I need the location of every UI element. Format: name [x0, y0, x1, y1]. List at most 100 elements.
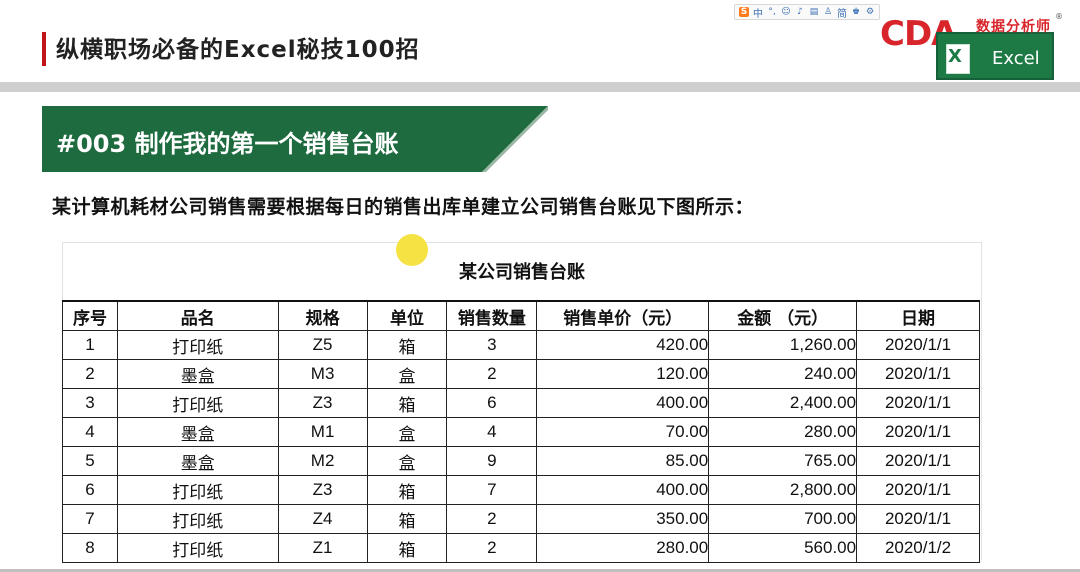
col-header: 销售单价（元）	[536, 300, 710, 331]
cell[interactable]: 700.00	[708, 504, 858, 534]
cell[interactable]: 1	[62, 330, 118, 360]
cell[interactable]: 2020/1/1	[856, 446, 980, 476]
cell[interactable]: 墨盒	[116, 359, 279, 389]
cell[interactable]: 2	[62, 359, 118, 389]
sales-ledger-table: 序号 品名 规格 单位 销售数量 销售单价（元） 金额 （元） 日期 1 打印纸…	[62, 300, 980, 563]
table-row: 8 打印纸 Z1 箱 2 280.00 560.00 2020/1/2	[62, 533, 980, 563]
cell[interactable]: Z3	[277, 475, 368, 505]
table-header-row: 序号 品名 规格 单位 销售数量 销售单价（元） 金额 （元） 日期	[62, 300, 980, 331]
cell[interactable]: 765.00	[708, 446, 858, 476]
cell[interactable]: 打印纸	[116, 504, 279, 534]
cell[interactable]: 5	[62, 446, 118, 476]
user-icon[interactable]: ♙	[823, 7, 833, 17]
cell[interactable]: 盒	[366, 359, 448, 389]
cell[interactable]: Z3	[277, 388, 368, 418]
emoji-icon[interactable]: ☺	[781, 7, 791, 17]
cell[interactable]: 打印纸	[116, 330, 279, 360]
cell[interactable]: 2	[446, 359, 538, 389]
table-row: 7 打印纸 Z4 箱 2 350.00 700.00 2020/1/1	[62, 504, 980, 534]
cell[interactable]: 280.00	[536, 533, 710, 563]
cell[interactable]: 盒	[366, 446, 448, 476]
cell[interactable]: 70.00	[536, 417, 710, 447]
cell[interactable]: 墨盒	[116, 417, 279, 447]
cell[interactable]: 560.00	[708, 533, 858, 563]
cell[interactable]: 2020/1/1	[856, 330, 980, 360]
cell[interactable]: 4	[446, 417, 538, 447]
cell[interactable]: 2020/1/1	[856, 504, 980, 534]
cell[interactable]: 2020/1/1	[856, 359, 980, 389]
cell[interactable]: 箱	[366, 475, 448, 505]
table-row: 2 墨盒 M3 盒 2 120.00 240.00 2020/1/1	[62, 359, 980, 389]
lesson-title: #003 制作我的第一个销售台账	[56, 130, 399, 158]
cell[interactable]: 2	[446, 504, 538, 534]
cell[interactable]: Z1	[277, 533, 368, 563]
cell[interactable]: 400.00	[536, 475, 710, 505]
cell[interactable]: 6	[446, 388, 538, 418]
cell[interactable]: Z5	[277, 330, 368, 360]
cell[interactable]: 2,400.00	[708, 388, 858, 418]
cell[interactable]: M2	[277, 446, 368, 476]
cell[interactable]: 3	[446, 330, 538, 360]
cell[interactable]: 2020/1/1	[856, 475, 980, 505]
cell[interactable]: 350.00	[536, 504, 710, 534]
cell[interactable]: 8	[62, 533, 118, 563]
table-row: 4 墨盒 M1 盒 4 70.00 280.00 2020/1/1	[62, 417, 980, 447]
skin-icon[interactable]: ♚	[851, 7, 861, 17]
cell[interactable]: 2020/1/1	[856, 417, 980, 447]
cell[interactable]: 墨盒	[116, 446, 279, 476]
cell[interactable]: M3	[277, 359, 368, 389]
logo-product: Excel	[992, 48, 1040, 69]
cell[interactable]: 箱	[366, 388, 448, 418]
cell[interactable]: 2	[446, 533, 538, 563]
cell[interactable]: 打印纸	[116, 533, 279, 563]
cda-excel-logo: CDA ® X Excel 数据分析师	[880, 12, 1070, 80]
ime-mode-simplified[interactable]: 简	[837, 5, 847, 20]
cell[interactable]: 7	[446, 475, 538, 505]
sales-ledger-sheet: 某公司销售台账 序号 品名 规格 单位 销售数量 销售单价（元） 金额 （元） …	[62, 242, 982, 563]
header-divider	[0, 82, 1080, 92]
lesson-banner: #003 制作我的第一个销售台账	[42, 106, 548, 172]
cell[interactable]: 420.00	[536, 330, 710, 360]
cell[interactable]: 240.00	[708, 359, 858, 389]
cell[interactable]: 1,260.00	[708, 330, 858, 360]
cell[interactable]: 6	[62, 475, 118, 505]
cell[interactable]: M1	[277, 417, 368, 447]
cell[interactable]: 280.00	[708, 417, 858, 447]
cell[interactable]: 盒	[366, 417, 448, 447]
excel-badge: X Excel	[936, 32, 1054, 80]
cursor-highlight	[396, 234, 428, 266]
logo-chinese: 数据分析师	[976, 19, 1051, 35]
settings-gear-icon[interactable]: ⚙	[865, 7, 875, 17]
voice-icon[interactable]: ♪	[795, 7, 805, 17]
cell[interactable]: 箱	[366, 504, 448, 534]
col-header: 金额 （元）	[708, 300, 858, 331]
course-title: 纵横职场必备的Excel秘技100招	[56, 37, 420, 63]
cell[interactable]: 打印纸	[116, 388, 279, 418]
cell[interactable]: 7	[62, 504, 118, 534]
logo-registered-mark: ®	[1055, 12, 1063, 21]
header-accent-bar	[42, 32, 46, 66]
punctuation-icon[interactable]: °,	[767, 7, 777, 17]
cell[interactable]: Z4	[277, 504, 368, 534]
cell[interactable]: 85.00	[536, 446, 710, 476]
ime-toolbar[interactable]: S 中 °, ☺ ♪ ▤ ♙ 简 ♚ ⚙	[734, 4, 880, 20]
col-header: 日期	[856, 300, 980, 331]
cell[interactable]: 120.00	[536, 359, 710, 389]
keyboard-icon[interactable]: ▤	[809, 7, 819, 17]
cell[interactable]: 400.00	[536, 388, 710, 418]
col-header: 序号	[62, 300, 118, 331]
ime-mode-chinese[interactable]: 中	[753, 5, 763, 20]
cell[interactable]: 3	[62, 388, 118, 418]
intro-text: 某计算机耗材公司销售需要根据每日的销售出库单建立公司销售台账见下图所示：	[52, 196, 755, 218]
cell[interactable]: 箱	[366, 330, 448, 360]
cell[interactable]: 箱	[366, 533, 448, 563]
sogou-logo-icon[interactable]: S	[739, 7, 749, 17]
col-header: 品名	[116, 300, 279, 331]
cell[interactable]: 2020/1/1	[856, 388, 980, 418]
cell[interactable]: 9	[446, 446, 538, 476]
cell[interactable]: 4	[62, 417, 118, 447]
cell[interactable]: 打印纸	[116, 475, 279, 505]
table-row: 1 打印纸 Z5 箱 3 420.00 1,260.00 2020/1/1	[62, 330, 980, 360]
cell[interactable]: 2,800.00	[708, 475, 858, 505]
cell[interactable]: 2020/1/2	[856, 533, 980, 563]
